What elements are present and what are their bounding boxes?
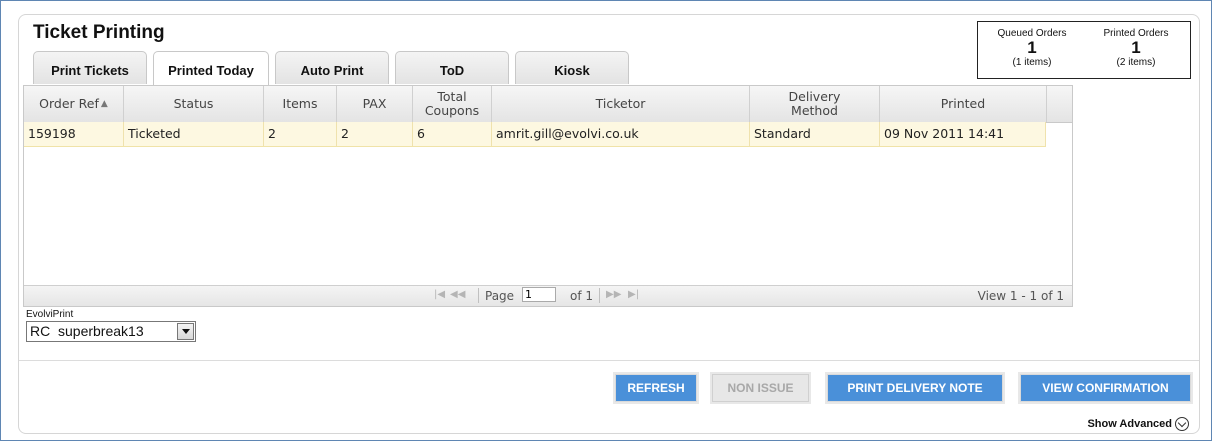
page-label: Page	[485, 289, 515, 303]
first-page-icon[interactable]: |◀︎	[434, 289, 445, 300]
column-header-status[interactable]: Status	[124, 86, 264, 122]
cell-status: Ticketed	[124, 122, 264, 146]
evolviprint-label: EvolviPrint	[26, 309, 74, 320]
evolviprint-selected-value: RC superbreak13	[30, 323, 144, 339]
pager-divider	[599, 288, 600, 303]
column-header-items[interactable]: Items	[264, 86, 337, 122]
printed-orders-count: 1	[1131, 38, 1141, 57]
cell-ticketor: amrit.gill@evolvi.co.uk	[492, 122, 750, 146]
tab-print-tickets[interactable]: Print Tickets	[33, 51, 147, 84]
sort-icon: ▲︎	[100, 99, 108, 109]
orders-grid: Order Ref ▲︎ Status Items PAX Total Coupo…	[23, 85, 1073, 307]
column-header-pax[interactable]: PAX	[337, 86, 413, 122]
tab-printed-today[interactable]: Printed Today	[153, 51, 269, 86]
prev-page-icon[interactable]: ◀︎◀︎	[450, 289, 465, 300]
next-page-icon[interactable]: ▶︎▶︎	[606, 289, 621, 300]
cell-items: 2	[264, 122, 337, 146]
section-divider	[19, 360, 1199, 361]
page-number-input[interactable]	[522, 287, 556, 302]
grid-header: Order Ref ▲︎ Status Items PAX Total Coupo…	[24, 86, 1072, 123]
last-page-icon[interactable]: ▶︎|	[628, 289, 639, 300]
tab-kiosk[interactable]: Kiosk	[515, 51, 629, 84]
dropdown-arrow-icon[interactable]	[177, 323, 194, 340]
page-of-label: of 1	[570, 289, 594, 303]
tab-tod[interactable]: ToD	[395, 51, 509, 84]
column-header-total-coupons[interactable]: Total Coupons	[413, 86, 492, 122]
table-row[interactable]: 159198 Ticketed 2 2 6 amrit.gill@evolvi.…	[24, 122, 1046, 147]
view-confirmation-button[interactable]: VIEW CONFIRMATION	[1018, 372, 1193, 404]
view-records-count: View 1 - 1 of 1	[977, 289, 1064, 303]
queued-orders-count: 1	[1027, 38, 1037, 57]
cell-total-coupons: 6	[413, 122, 492, 146]
column-header-ticketor[interactable]: Ticketor	[492, 86, 750, 122]
print-delivery-note-button[interactable]: PRINT DELIVERY NOTE	[825, 372, 1005, 404]
non-issue-button[interactable]: NON ISSUE	[710, 372, 811, 404]
column-header-delivery-method[interactable]: Delivery Method	[750, 86, 880, 122]
column-header-order-ref[interactable]: Order Ref ▲︎	[24, 86, 124, 122]
cell-delivery-method: Standard	[750, 122, 880, 146]
queued-orders-summary: Queued Orders 1 (1 items)	[982, 28, 1082, 68]
grid-pager: |◀︎ ◀︎◀︎ Page of 1 ▶︎▶︎ ▶︎| View 1 - 1 o…	[24, 285, 1072, 306]
column-header-printed[interactable]: Printed	[880, 86, 1047, 122]
pager-divider	[478, 288, 479, 303]
ticket-printing-panel: Ticket Printing Print Tickets Printed To…	[18, 14, 1200, 434]
queued-orders-items: (1 items)	[1012, 57, 1052, 68]
cell-pax: 2	[337, 122, 413, 146]
printed-orders-summary: Printed Orders 1 (2 items)	[1086, 28, 1186, 68]
show-advanced-toggle[interactable]: Show Advanced	[1087, 417, 1189, 431]
refresh-button[interactable]: REFRESH	[613, 372, 699, 404]
printed-orders-items: (2 items)	[1116, 57, 1156, 68]
order-summary-box: Queued Orders 1 (1 items) Printed Orders…	[977, 21, 1191, 79]
show-advanced-label: Show Advanced	[1087, 417, 1172, 430]
cell-printed: 09 Nov 2011 14:41	[880, 122, 1046, 146]
tab-auto-print[interactable]: Auto Print	[275, 51, 389, 84]
chevron-down-icon	[1175, 417, 1189, 431]
evolviprint-select[interactable]: RC superbreak13	[26, 321, 196, 342]
cell-order-ref: 159198	[24, 122, 124, 146]
page-title: Ticket Printing	[33, 22, 165, 43]
